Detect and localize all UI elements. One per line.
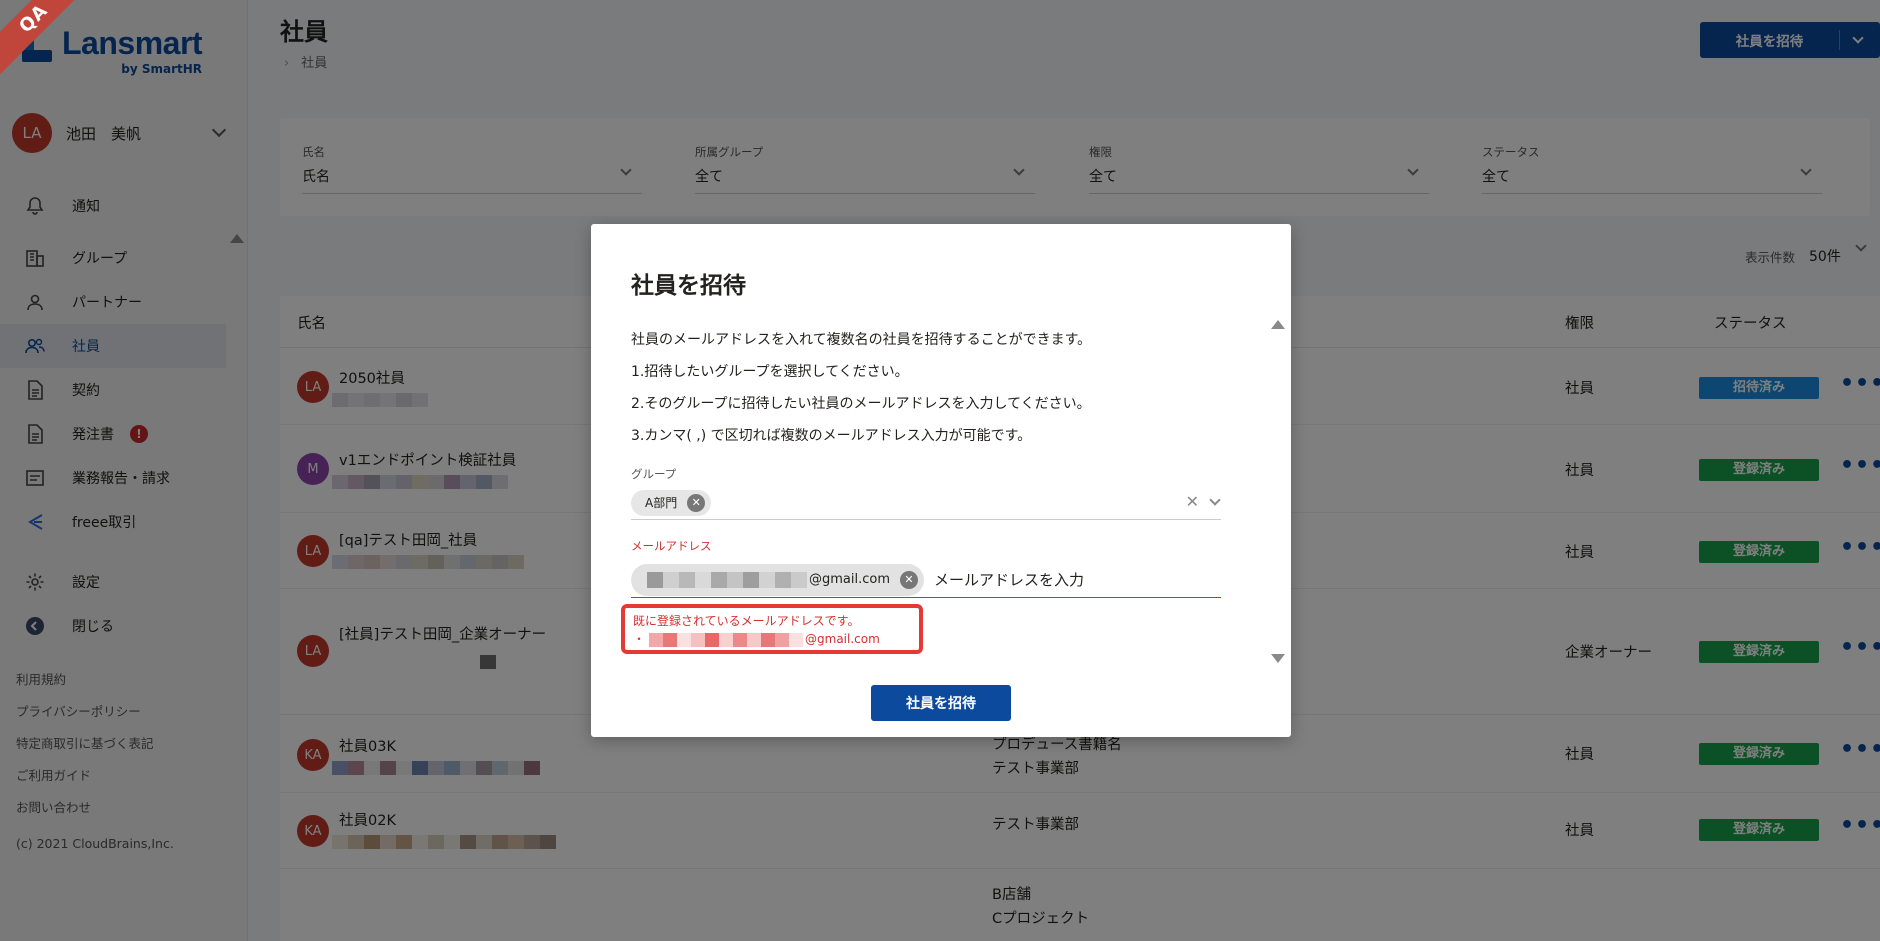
chevron-down-icon[interactable] (1209, 494, 1221, 506)
redacted-email-local (647, 571, 807, 588)
error-item-domain: @gmail.com (805, 632, 880, 646)
dialog-description: 社員のメールアドレスを入れて複数名の社員を招待することができます。 1.招待した… (631, 324, 1211, 452)
scroll-up-icon[interactable] (1271, 320, 1285, 329)
email-error-message: 既に登録されているメールアドレスです。 ・ @gmail.com (621, 604, 923, 654)
dialog-title: 社員を招待 (631, 273, 746, 299)
description-line: 3.カンマ( ,) で区切れば複数のメールアドレス入力が可能です。 (631, 428, 1032, 444)
description-line: 社員のメールアドレスを入れて複数名の社員を招待することができます。 (631, 332, 1092, 348)
email-chip: @gmail.com ✕ (631, 563, 925, 596)
clear-icon[interactable]: ✕ (1186, 492, 1199, 511)
email-chip-domain: @gmail.com (809, 572, 891, 587)
error-title: 既に登録されているメールアドレスです。 (633, 614, 860, 628)
invite-employee-dialog: 社員を招待 社員のメールアドレスを入れて複数名の社員を招待することができます。 … (591, 224, 1291, 737)
dialog-body: 社員のメールアドレスを入れて複数名の社員を招待することができます。 1.招待した… (621, 324, 1221, 654)
description-line: 1.招待したいグループを選択してください。 (631, 364, 909, 380)
group-chip-label: A部門 (645, 496, 678, 510)
scroll-down-icon[interactable] (1271, 654, 1285, 663)
submit-invite-button[interactable]: 社員を招待 (871, 685, 1011, 721)
email-input[interactable] (934, 570, 1195, 589)
email-field[interactable]: @gmail.com ✕ (631, 562, 1221, 598)
group-select[interactable]: A部門 ✕ ✕ (631, 486, 1221, 520)
remove-chip-icon[interactable]: ✕ (687, 493, 706, 512)
remove-chip-icon[interactable]: ✕ (900, 570, 919, 589)
group-chip: A部門 ✕ (631, 489, 712, 516)
description-line: 2.そのグループに招待したい社員のメールアドレスを入力してください。 (631, 396, 1091, 412)
error-item: ・ @gmail.com (633, 630, 919, 648)
email-field-label: メールアドレス (631, 539, 712, 553)
group-field-label: グループ (631, 467, 677, 481)
error-item-bullet: ・ (633, 632, 646, 646)
redacted-email-local (649, 632, 804, 647)
